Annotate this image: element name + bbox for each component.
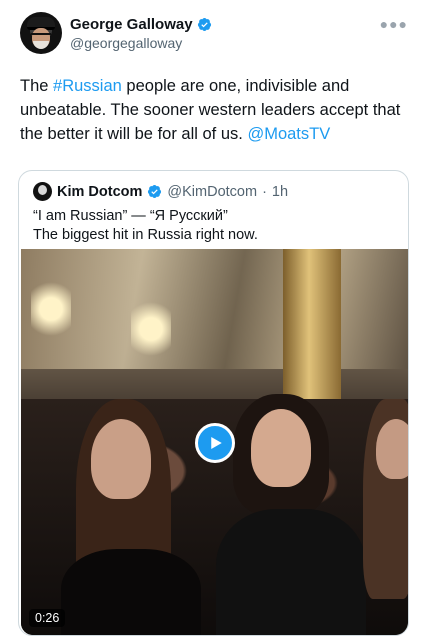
author-avatar[interactable] xyxy=(20,12,62,54)
verified-badge-icon xyxy=(197,17,211,32)
quoted-avatar[interactable] xyxy=(33,182,52,201)
video-player[interactable]: 0:26 xyxy=(21,249,408,635)
separator-dot: · xyxy=(262,183,267,200)
mention-link[interactable]: @MoatsTV xyxy=(247,125,330,143)
play-triangle-icon xyxy=(211,437,222,449)
video-frame-person xyxy=(61,549,201,635)
quoted-text-line: “I am Russian” — “Я Русский” xyxy=(33,208,228,224)
author-display-name[interactable]: George Galloway xyxy=(70,16,193,33)
ellipsis-icon[interactable]: ●●● xyxy=(380,16,408,32)
verified-badge-icon xyxy=(148,184,162,199)
author-handle[interactable]: @georgegalloway xyxy=(70,35,212,51)
author-names: George Galloway @georgegalloway xyxy=(70,16,212,51)
tweet-text: The #Russian people are one, indivisible… xyxy=(20,74,410,146)
play-icon[interactable] xyxy=(195,423,235,463)
hashtag-link[interactable]: #Russian xyxy=(53,77,122,95)
video-frame-light xyxy=(31,269,71,349)
video-frame-ceiling xyxy=(21,249,408,369)
tweet-header: George Galloway @georgegalloway ●●● xyxy=(20,12,408,56)
tweet-text-part: The xyxy=(20,77,54,95)
video-frame-person xyxy=(376,419,408,479)
quoted-text-line: The biggest hit in Russia right now. xyxy=(33,227,258,243)
quoted-handle[interactable]: @KimDotcom xyxy=(167,184,257,200)
video-frame-person xyxy=(91,419,151,499)
quoted-display-name[interactable]: Kim Dotcom xyxy=(57,184,142,200)
video-frame-light xyxy=(131,289,171,369)
quoted-text: “I am Russian” — “Я Русский” The biggest… xyxy=(33,207,258,245)
quoted-tweet[interactable]: Kim Dotcom @KimDotcom · 1h “I am Russian… xyxy=(18,170,409,636)
video-duration: 0:26 xyxy=(29,609,66,627)
video-frame-person xyxy=(216,509,366,635)
video-frame-person xyxy=(251,409,311,487)
quoted-time[interactable]: 1h xyxy=(272,184,288,200)
quoted-header: Kim Dotcom @KimDotcom · 1h xyxy=(33,182,288,201)
